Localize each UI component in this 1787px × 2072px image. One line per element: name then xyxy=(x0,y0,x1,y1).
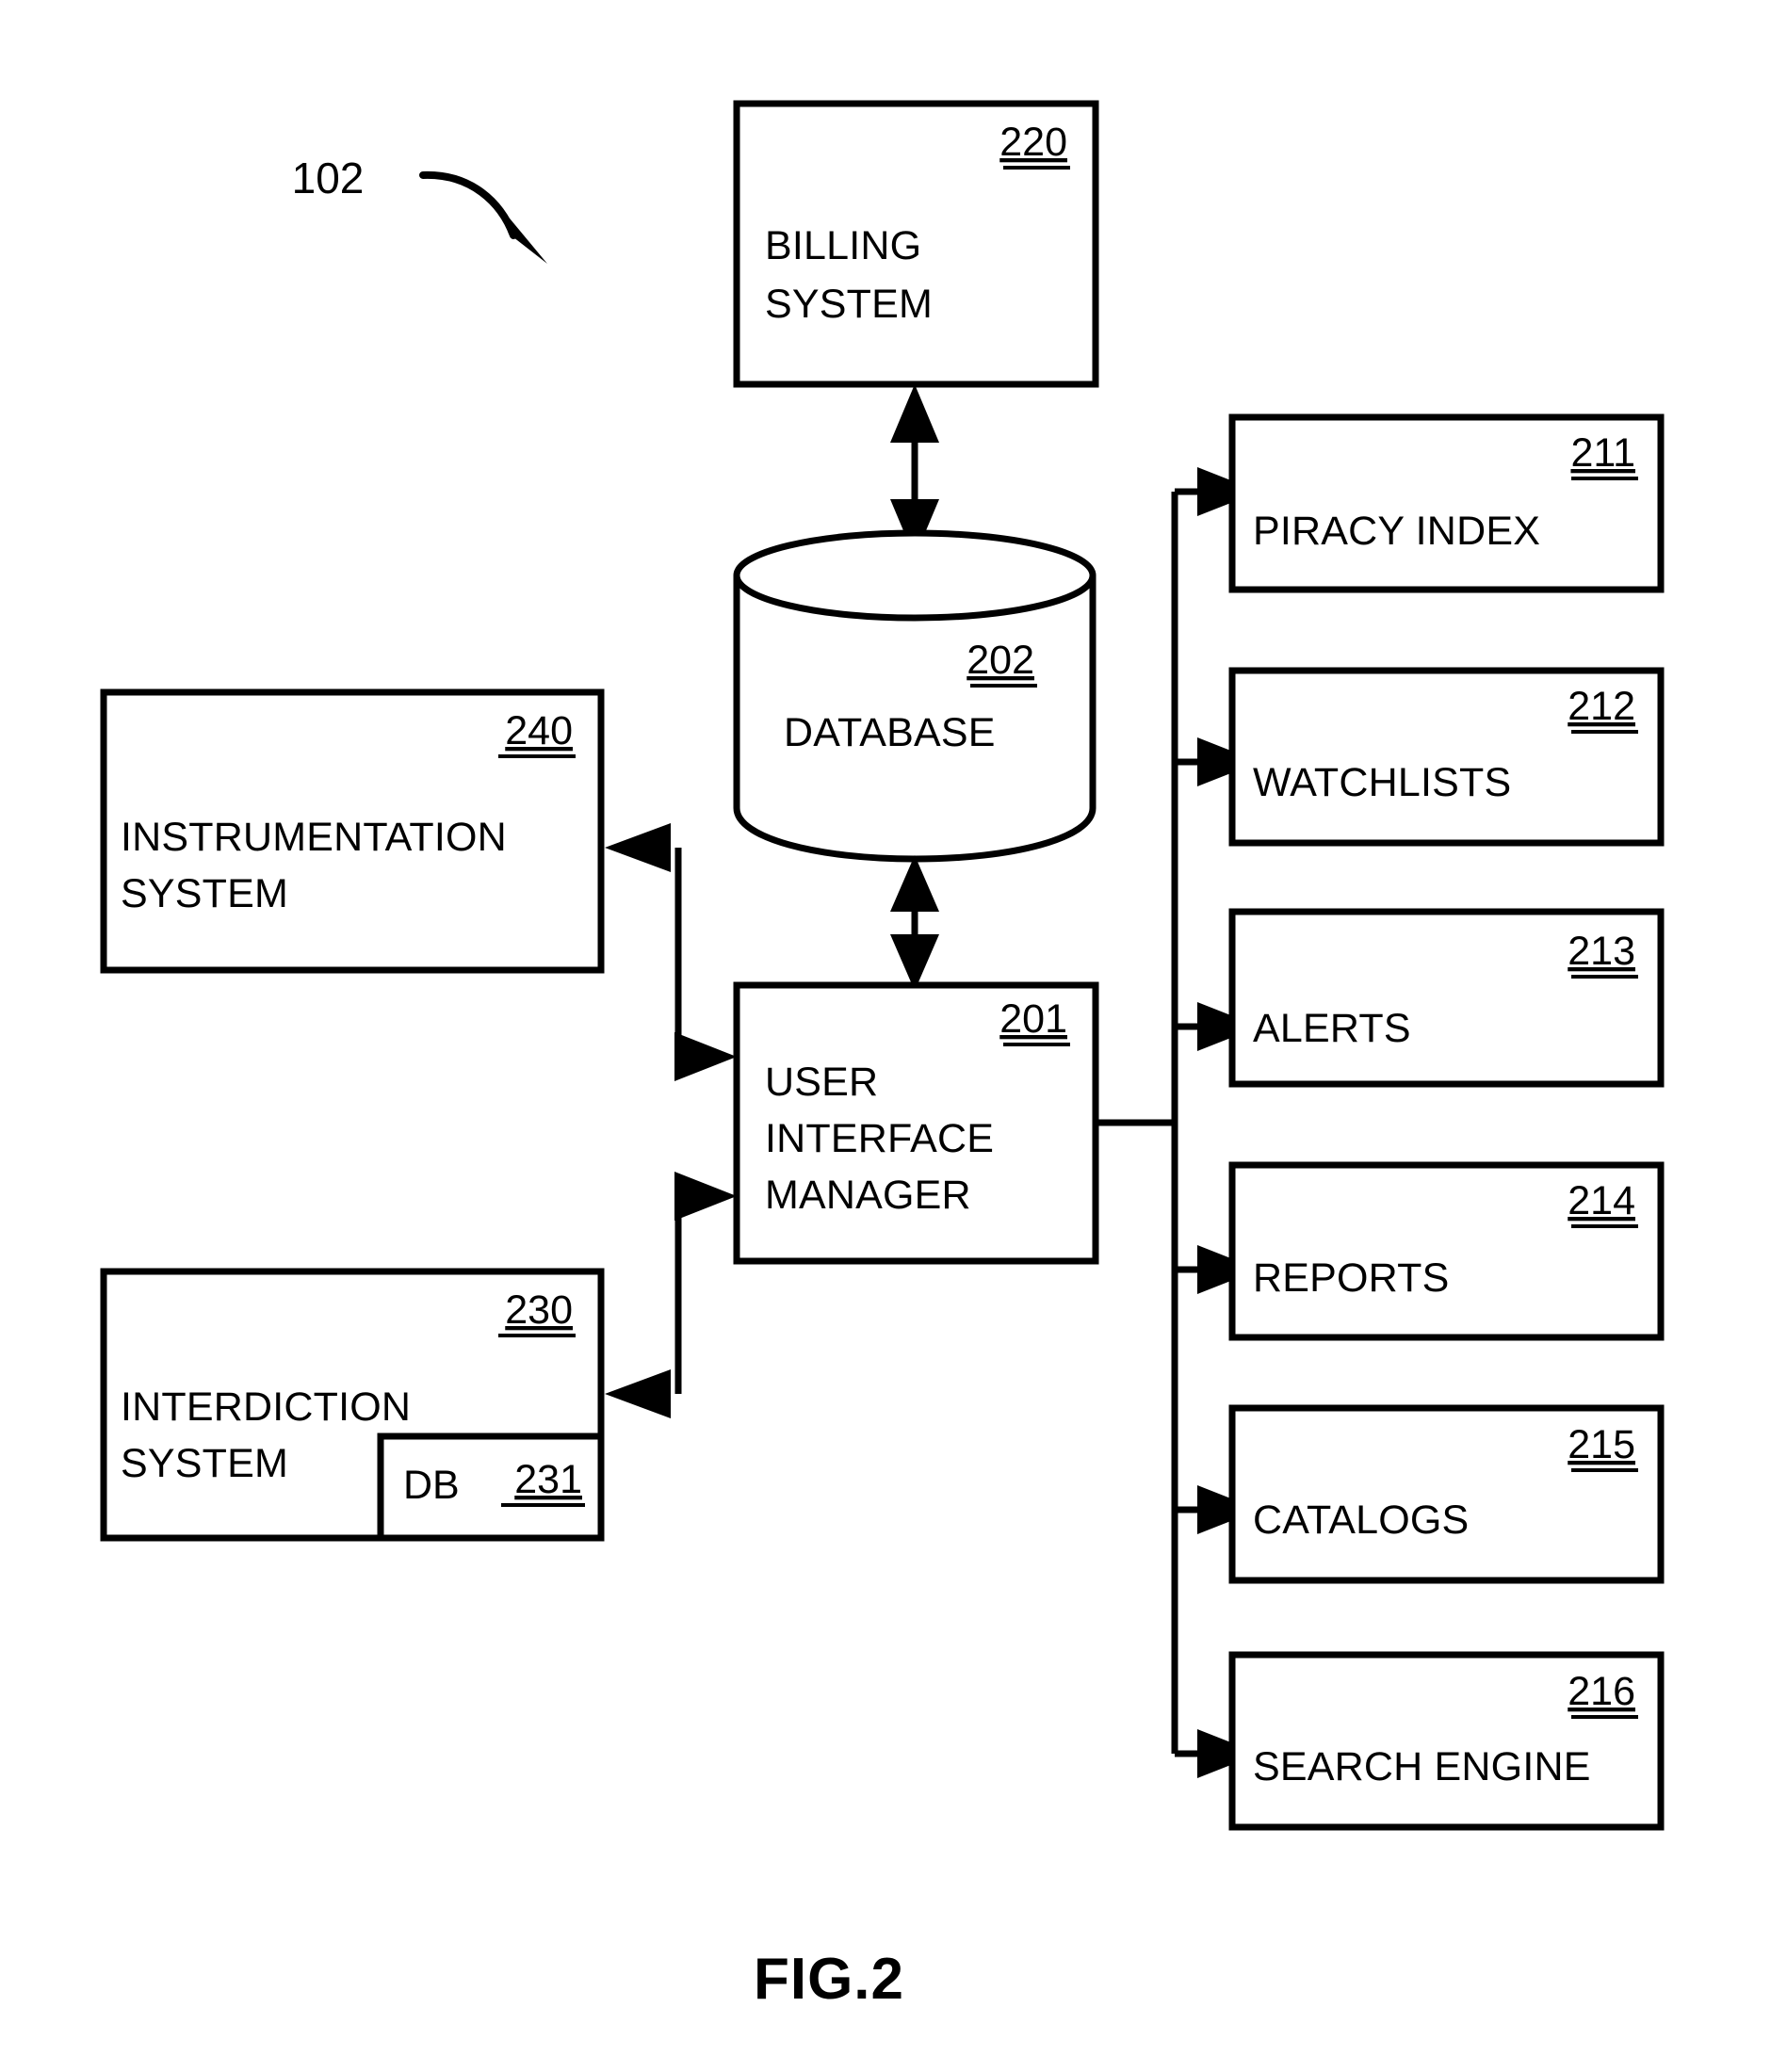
billing-system-label-line-1: BILLING xyxy=(765,223,921,268)
database-label: DATABASE xyxy=(784,710,996,755)
interdiction-db-label: DB xyxy=(403,1463,460,1508)
node-billing-system[interactable]: 220 BILLING SYSTEM xyxy=(733,100,1099,388)
node-search-engine[interactable]: 216 SEARCH ENGINE xyxy=(1228,1651,1665,1831)
piracy-index-label: PIRACY INDEX xyxy=(1253,509,1540,554)
interdiction-arrowhead xyxy=(605,1369,671,1418)
node-alerts[interactable]: 213 ALERTS xyxy=(1228,908,1665,1088)
callout-102-label: 102 xyxy=(292,154,365,202)
reports-label: REPORTS xyxy=(1253,1255,1450,1301)
uimanager-left-arrowhead-upper xyxy=(674,1032,737,1081)
billing-database-arrowhead-up xyxy=(890,384,939,443)
instrumentation-system-label-line-1: INSTRUMENTATION xyxy=(121,815,507,860)
billing-system-ref: 220 xyxy=(999,120,1067,165)
instrumentation-system-label-line-2: SYSTEM xyxy=(121,871,288,916)
block-diagram-svg: 102 220 BILLING SYSTEM 202 DATABASE 201 … xyxy=(100,100,1665,2012)
instrumentation-system-ref: 240 xyxy=(505,708,573,753)
uimanager-left-arrowhead-lower xyxy=(674,1172,737,1221)
node-database[interactable]: 202 DATABASE xyxy=(733,529,1097,863)
piracy-index-ref: 211 xyxy=(1570,430,1635,476)
figure-caption: FIG.2 xyxy=(754,1947,904,2012)
search-engine-ref: 216 xyxy=(1568,1669,1635,1714)
uimanager-label-line-2: INTERFACE xyxy=(765,1116,994,1161)
interdiction-system-label-line-1: INTERDICTION xyxy=(121,1384,411,1430)
connector-uimanager-to-instrumentation xyxy=(605,823,737,1081)
node-watchlists[interactable]: 212 WATCHLISTS xyxy=(1228,667,1665,847)
callout-102-lead-line xyxy=(419,170,517,239)
search-engine-label: SEARCH ENGINE xyxy=(1253,1744,1591,1789)
interdiction-system-ref: 230 xyxy=(505,1287,573,1333)
uimanager-instrumentation-path xyxy=(674,848,716,1060)
node-instrumentation-system[interactable]: 240 INSTRUMENTATION SYSTEM xyxy=(100,688,605,974)
database-uimanager-arrowhead-up xyxy=(890,855,939,912)
interdiction-system-label-line-2: SYSTEM xyxy=(121,1441,288,1486)
uimanager-label-line-1: USER xyxy=(765,1060,878,1105)
interdiction-db-ref: 231 xyxy=(514,1457,582,1502)
node-catalogs[interactable]: 215 CATALOGS xyxy=(1228,1404,1665,1584)
connector-database-to-uimanager xyxy=(890,855,939,991)
billing-system-label-line-2: SYSTEM xyxy=(765,282,933,327)
callout-102: 102 xyxy=(292,154,547,264)
figure-canvas: 102 220 BILLING SYSTEM 202 DATABASE 201 … xyxy=(0,0,1787,2072)
node-piracy-index[interactable]: 211 PIRACY INDEX xyxy=(1228,413,1665,593)
uimanager-label-line-3: MANAGER xyxy=(765,1173,971,1218)
instrumentation-arrowhead xyxy=(605,823,671,872)
database-cylinder-top xyxy=(733,529,1097,622)
node-interdiction-db[interactable]: DB 231 xyxy=(377,1433,605,1542)
user-interface-manager-ref: 201 xyxy=(999,996,1067,1042)
node-user-interface-manager[interactable]: 201 USER INTERFACE MANAGER xyxy=(733,981,1099,1265)
catalogs-label: CATALOGS xyxy=(1253,1497,1469,1543)
alerts-label: ALERTS xyxy=(1253,1006,1411,1051)
callout-102-arrowhead xyxy=(496,202,547,264)
database-ref: 202 xyxy=(967,638,1034,683)
node-reports[interactable]: 214 REPORTS xyxy=(1228,1161,1665,1341)
alerts-ref: 213 xyxy=(1568,929,1635,974)
node-interdiction-system[interactable]: 230 INTERDICTION SYSTEM DB 231 xyxy=(100,1268,605,1542)
reports-ref: 214 xyxy=(1568,1178,1635,1223)
watchlists-ref: 212 xyxy=(1568,684,1635,729)
uimanager-interdiction-path xyxy=(674,1192,716,1394)
connector-uimanager-to-interdiction xyxy=(605,1172,737,1418)
watchlists-label: WATCHLISTS xyxy=(1253,760,1511,805)
catalogs-ref: 215 xyxy=(1568,1422,1635,1467)
